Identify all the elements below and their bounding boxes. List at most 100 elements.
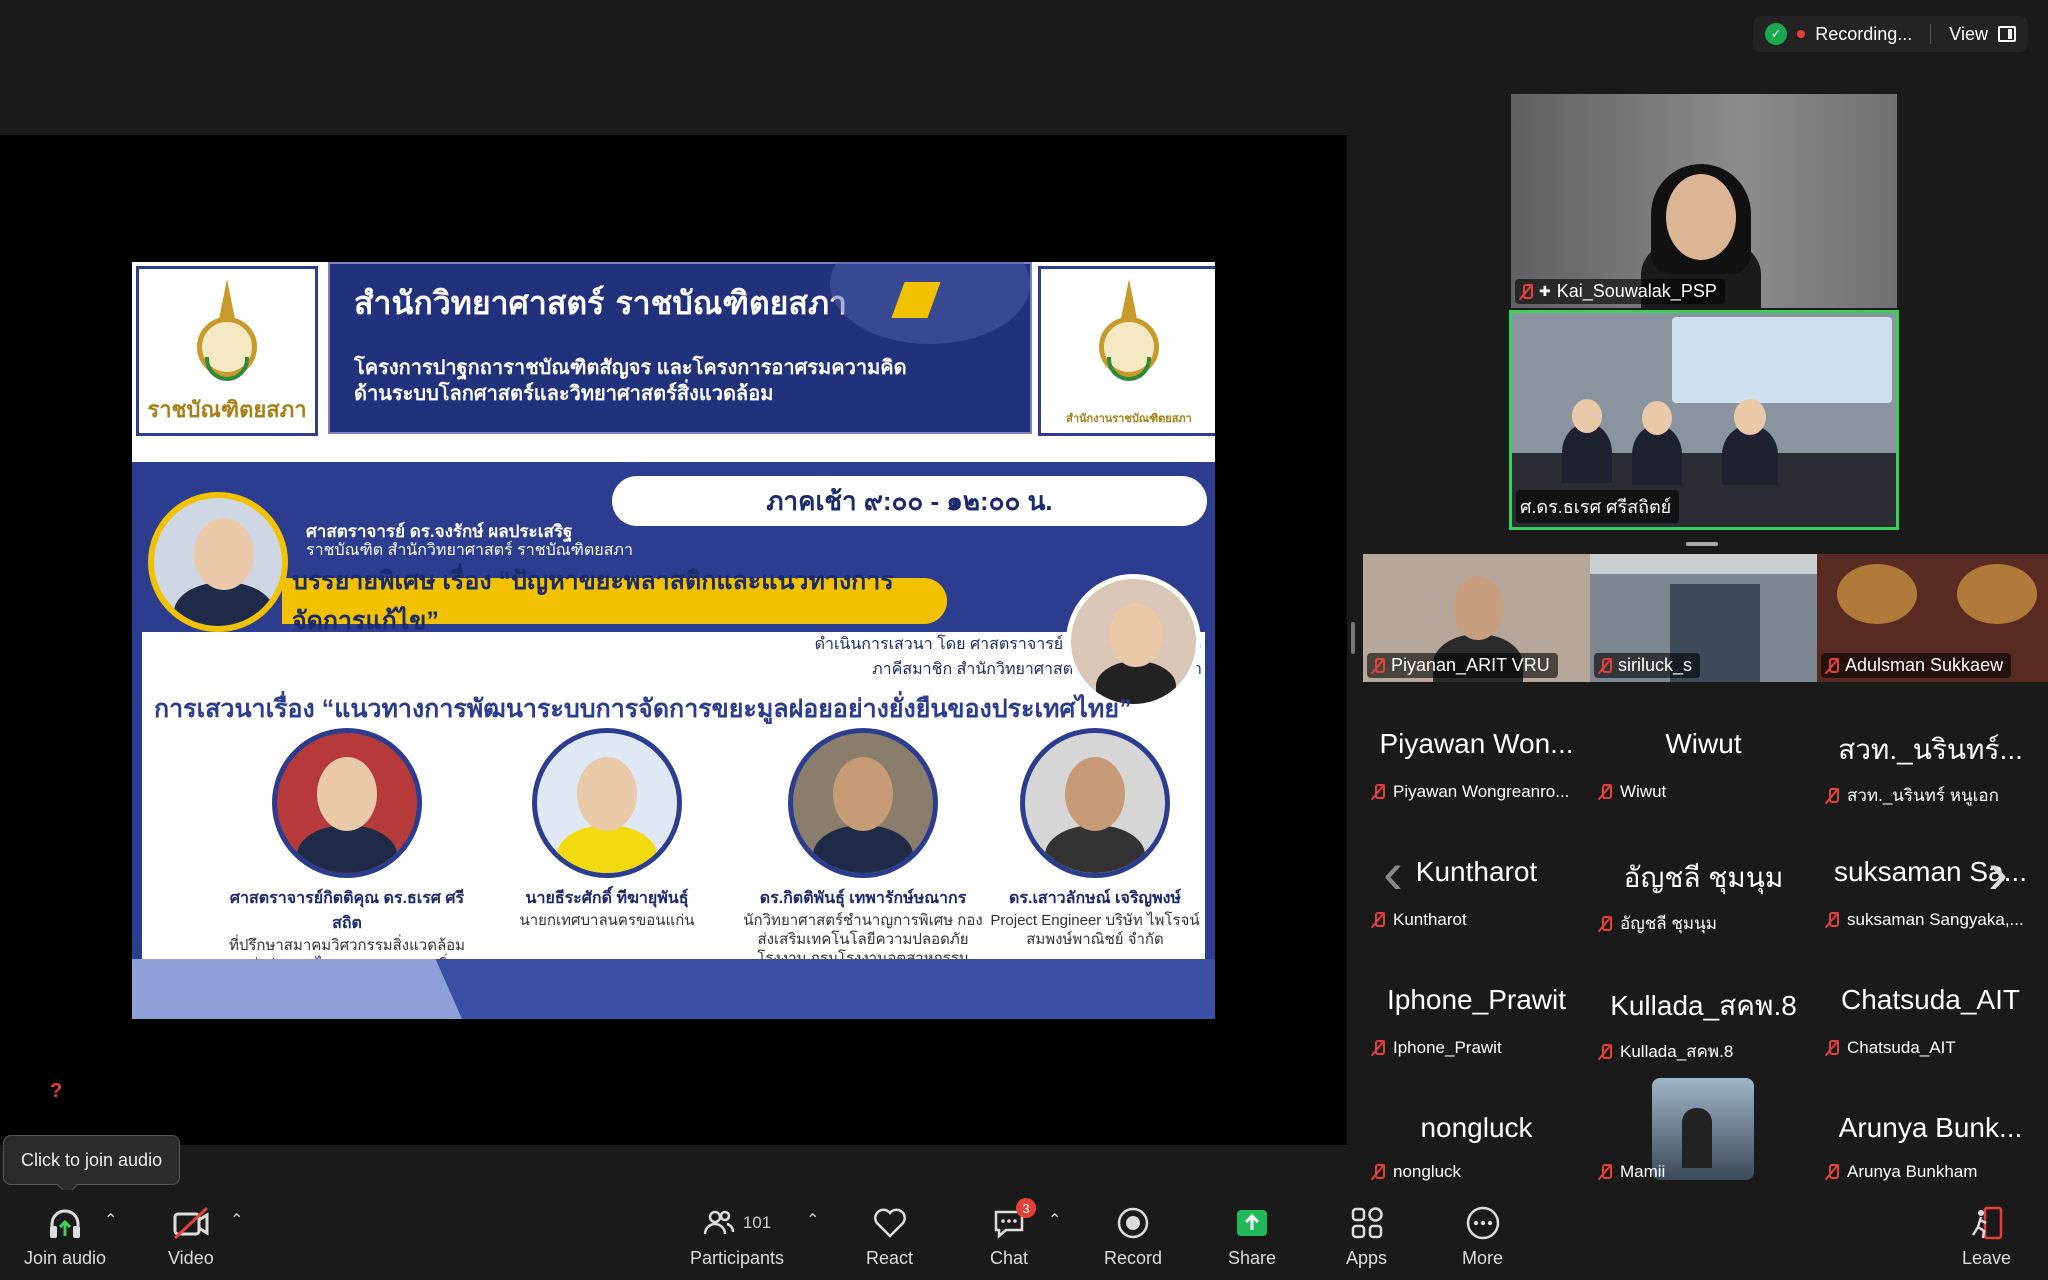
participants-options-chevron-icon[interactable]: ⌃ — [806, 1210, 819, 1230]
participant-tile[interactable]: Chatsuda_AIT Chatsuda_AIT — [1817, 938, 2044, 1066]
royal-emblem-icon — [187, 279, 267, 389]
panelist-card: ดร.เสาวลักษณ์ เจริญพงษ์ Project Engineer… — [990, 728, 1200, 949]
participant-display-name: Chatsuda_AIT — [1841, 984, 2020, 1015]
audio-options-chevron-icon[interactable]: ⌃ — [104, 1210, 117, 1230]
recording-status[interactable]: ✓ Recording... View — [1753, 16, 2028, 52]
more-icon — [1465, 1204, 1501, 1242]
mic-muted-icon — [1371, 911, 1385, 929]
panelist-card: นายธีระศักดิ์ ทีฆายุพันธุ์ นายกเทศบาลนคร… — [482, 728, 732, 930]
slide-subtitle-2: ด้านระบบโลกศาสตร์และวิทยาศาสตร์สิ่งแวดล้… — [354, 383, 774, 405]
leave-icon — [1969, 1204, 2005, 1242]
royal-society-logo: ราชบัณฑิตยสภา — [136, 266, 318, 436]
participants-icon-wrap: 101 — [703, 1204, 771, 1242]
join-audio-tooltip: Click to join audio — [3, 1135, 181, 1185]
chat-unread-badge: 3 — [1016, 1198, 1037, 1218]
resize-handle[interactable] — [1686, 542, 1718, 546]
participant-tile[interactable]: Wiwut Wiwut — [1590, 682, 1817, 810]
mic-muted-icon — [1598, 915, 1612, 933]
mic-muted-icon — [1371, 657, 1385, 675]
mic-muted-icon — [1371, 1039, 1385, 1057]
video-tile-pinned[interactable]: ✚ Kai_Souwalak_PSP — [1511, 94, 1897, 308]
pin-icon: ✚ — [1539, 283, 1551, 299]
lecture-title: บรรยายพิเศษ เรื่อง “ปัญหาขยะพลาสติกและแน… — [282, 567, 947, 635]
video-label: Video — [168, 1248, 214, 1268]
participant-display-name: Arunya Bunk... — [1838, 1112, 2023, 1143]
chat-options-chevron-icon[interactable]: ⌃ — [1048, 1210, 1061, 1230]
royal-emblem-icon — [1089, 279, 1169, 389]
slide-header: ราชบัณฑิตยสภา สำนักวิทยาศาสตร์ ราชบัณฑิต… — [132, 262, 1215, 462]
view-label[interactable]: View — [1949, 24, 1988, 45]
panelist-photo — [1020, 728, 1170, 878]
participant-tile[interactable]: อัญชลี ชุมนุม อัญชลี ชุมนุม — [1590, 810, 1817, 938]
participant-tile[interactable]: Kullada_สคพ.8 Kullada_สคพ.8 — [1590, 938, 1817, 1066]
video-button[interactable]: Video — [168, 1204, 214, 1269]
divider — [1930, 24, 1932, 44]
chat-label: Chat — [990, 1248, 1029, 1268]
office-logo: สำนักงานราชบัณฑิตยสภา — [1038, 266, 1215, 436]
heart-icon — [872, 1204, 908, 1242]
participant-name: อัญชลี ชุมนุม — [1620, 914, 1717, 933]
participant-name: suksaman Sangyaka,... — [1847, 910, 2024, 929]
record-icon — [1116, 1204, 1150, 1242]
chat-button[interactable]: 3 Chat — [990, 1198, 1037, 1269]
participant-name: Piyawan Wongreanro... — [1393, 782, 1570, 801]
panelist-name: ดร.เสาวลักษณ์ เจริญพงษ์ — [1009, 890, 1181, 907]
join-audio-button[interactable]: Join audio — [24, 1204, 106, 1269]
panelist-desc: นายกเทศบาลนครขอนแก่น — [519, 912, 695, 929]
participant-name: Adulsman Sukkaew — [1845, 655, 2004, 675]
video-tile[interactable]: siriluck_s — [1590, 554, 1817, 682]
participant-name: Kai_Souwalak_PSP — [1556, 281, 1717, 301]
participant-tile[interactable]: Iphone_Prawit Iphone_Prawit — [1363, 938, 1590, 1066]
apps-icon — [1350, 1204, 1384, 1242]
meeting-toolbar: Join audio ⌃ Video ⌃ 101 Participants ⌃ … — [0, 1190, 2048, 1280]
panelist-card: ศาสตราจารย์กิตติคุณ ดร.ธเรศ ศรีสถิต ที่ป… — [222, 728, 472, 993]
participant-tile[interactable]: nongluck nongluck — [1363, 1066, 1590, 1190]
participant-display-name: suksaman Sa... — [1834, 856, 2027, 887]
leave-button[interactable]: Leave — [1962, 1204, 2011, 1269]
participant-tile[interactable]: Piyawan Won... Piyawan Wongreanro... — [1363, 682, 1590, 810]
share-button[interactable]: Share — [1228, 1204, 1276, 1269]
shared-screen: ราชบัณฑิตยสภา สำนักวิทยาศาสตร์ ราชบัณฑิต… — [0, 135, 1347, 1145]
participant-name: Iphone_Prawit — [1393, 1038, 1502, 1057]
record-button[interactable]: Record — [1104, 1204, 1162, 1269]
video-tile-active-speaker[interactable]: ศ.ดร.ธเรศ ศรีสถิตย์ — [1509, 310, 1899, 530]
headphones-icon — [47, 1204, 83, 1242]
panelist-desc: Project Engineer บริษัท ไพโรจน์สมพงษ์พาณ… — [990, 912, 1200, 948]
apps-button[interactable]: Apps — [1346, 1204, 1387, 1269]
panel-resize-handle[interactable] — [1351, 622, 1355, 654]
share-label: Share — [1228, 1248, 1277, 1268]
participant-name: Kuntharot — [1393, 910, 1467, 929]
participant-tile[interactable]: Arunya Bunk... Arunya Bunkham — [1817, 1066, 2044, 1190]
video-tile[interactable]: Adulsman Sukkaew — [1817, 554, 2048, 682]
participant-tile[interactable]: สวท._นรินทร์... สวท._นรินทร์ หนูเอก — [1817, 682, 2044, 810]
participants-label: Participants — [690, 1248, 785, 1268]
next-page-arrow-icon[interactable]: › — [1988, 843, 2008, 903]
recording-dot-icon — [1797, 30, 1806, 38]
participant-name: Arunya Bunkham — [1847, 1162, 1978, 1181]
panelist-photo — [532, 728, 682, 878]
panelist-name: นายธีระศักดิ์ ทีฆายุพันธุ์ — [525, 890, 689, 907]
participant-name-tag: Adulsman Sukkaew — [1821, 653, 2012, 678]
participants-button[interactable]: 101 Participants — [690, 1204, 784, 1269]
participant-tile[interactable]: suksaman Sa... suksaman Sangyaka,... — [1817, 810, 2044, 938]
join-audio-label: Join audio — [24, 1248, 107, 1268]
participant-name: Piyanan_ARIT VRU — [1391, 655, 1550, 675]
participant-display-name: Piyawan Won... — [1379, 728, 1574, 759]
video-tile[interactable]: Piyanan_ARIT VRU — [1363, 554, 1590, 682]
react-button[interactable]: React — [866, 1204, 913, 1269]
mic-muted-icon — [1598, 1043, 1612, 1061]
top-bar: ✓ Recording... View — [0, 0, 2048, 70]
previous-page-arrow-icon[interactable]: ‹ — [1383, 843, 1403, 903]
participant-display-name: nongluck — [1420, 1112, 1533, 1143]
shield-check-icon[interactable]: ✓ — [1765, 23, 1788, 45]
apps-label: Apps — [1346, 1248, 1388, 1268]
panelist-name: ดร.กิตติพันธุ์ เทพารักษ์ษณากร — [759, 890, 967, 907]
participant-tile[interactable]: Mamii — [1590, 1066, 1817, 1190]
panelist-photo — [788, 728, 938, 878]
view-layout-icon[interactable] — [1998, 26, 2016, 42]
slide-title-box: สำนักวิทยาศาสตร์ ราชบัณฑิตยสภา โครงการปา… — [328, 262, 1032, 434]
video-options-chevron-icon[interactable]: ⌃ — [230, 1210, 243, 1230]
participant-name-tag: ✚ Kai_Souwalak_PSP — [1515, 279, 1725, 304]
more-button[interactable]: More — [1462, 1204, 1503, 1269]
participant-name: siriluck_s — [1618, 655, 1693, 675]
